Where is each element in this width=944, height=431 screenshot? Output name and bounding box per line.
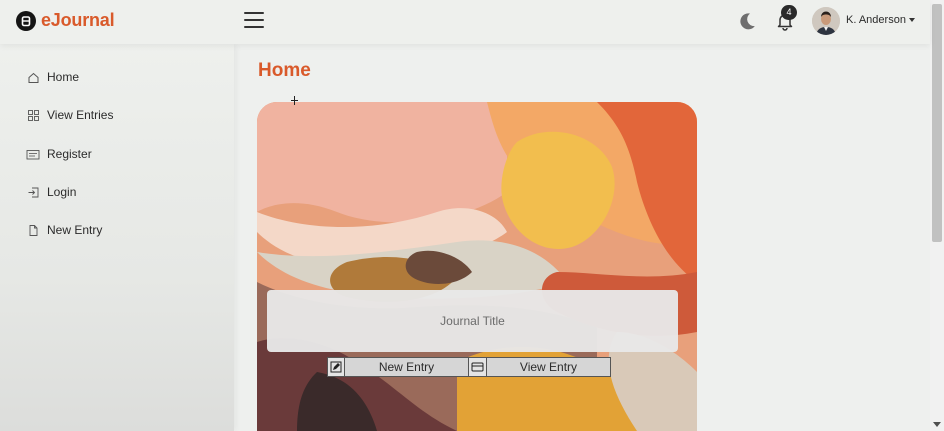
menu-toggle-button[interactable] [244, 12, 264, 30]
sidebar-item-home[interactable]: Home [26, 70, 79, 84]
app-logo[interactable]: eJournal [16, 10, 115, 31]
user-menu-dropdown[interactable]: K. Anderson [846, 14, 915, 26]
journal-title-display: Journal Title [267, 290, 678, 352]
card-actions: New Entry View Entry [327, 357, 611, 377]
card-icon [26, 147, 40, 161]
logo-icon [16, 10, 36, 31]
page-scrollbar[interactable] [930, 0, 944, 431]
journal-card: Journal Title New Entry View Entry [257, 102, 697, 431]
sidebar-item-label: New Entry [47, 223, 103, 237]
view-entry-button[interactable]: View Entry [487, 357, 611, 377]
sidebar-item-login[interactable]: Login [26, 185, 76, 199]
grid-icon [26, 108, 40, 122]
dark-mode-toggle-icon[interactable] [736, 10, 758, 32]
app-name: eJournal [41, 10, 115, 30]
sidebar-item-label: Home [47, 70, 80, 84]
hamburger-line [244, 19, 264, 21]
user-name-label: K. Anderson [846, 14, 906, 26]
top-header: eJournal 4 K. Anderson [0, 0, 930, 44]
caret-down-icon [908, 18, 915, 23]
scrollbar-thumb[interactable] [932, 4, 942, 242]
sidebar-item-view-entries[interactable]: View Entries [26, 108, 113, 122]
sidebar-item-label: View Entries [47, 108, 114, 122]
sidebar-item-register[interactable]: Register [26, 147, 92, 161]
home-icon [26, 70, 40, 84]
scroll-down-arrow-icon[interactable] [933, 422, 941, 427]
sidebar: Home View Entries Register Login New Ent… [0, 44, 234, 431]
sidebar-item-new-entry[interactable]: New Entry [26, 223, 102, 237]
new-entry-button[interactable]: New Entry [345, 357, 469, 377]
notification-badge: 4 [781, 5, 797, 20]
sidebar-item-label: Login [47, 185, 77, 199]
edit-icon[interactable] [327, 357, 345, 377]
hamburger-line [244, 12, 264, 14]
journal-cover-image [257, 102, 697, 431]
user-avatar[interactable] [812, 7, 840, 35]
page-title: Home [258, 60, 311, 81]
text-cursor [291, 96, 298, 105]
login-icon [26, 185, 40, 199]
document-icon [26, 223, 40, 237]
sidebar-item-label: Register [47, 147, 92, 161]
hamburger-line [244, 26, 264, 28]
view-icon[interactable] [469, 357, 487, 377]
